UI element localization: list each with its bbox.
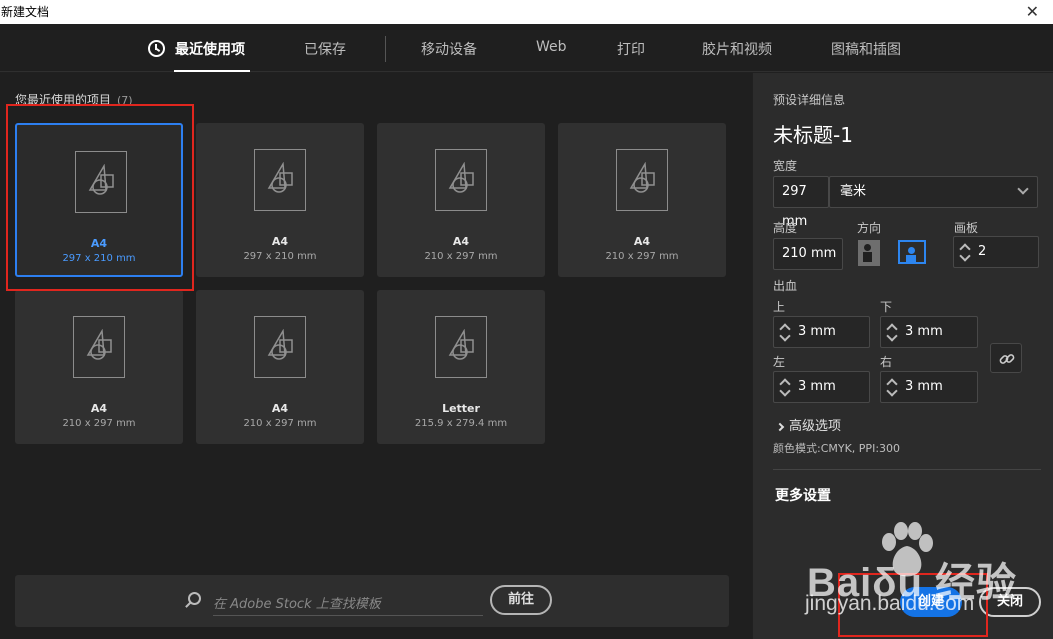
preset-name: A4 [452, 235, 470, 248]
preset-card[interactable]: A4 210 x 297 mm [196, 290, 364, 444]
window-titlebar: 新建文档 ✕ [0, 0, 1053, 24]
recent-items-panel: 您最近使用的项目 (7) A4 297 x 210 mm A4 297 x 210… [0, 73, 752, 639]
bleed-right-stepper[interactable]: 3 mm [880, 371, 978, 403]
panel-divider [773, 469, 1041, 470]
artboards-value: 2 [978, 244, 987, 259]
bleed-right-label: 右 [880, 355, 893, 369]
advanced-options-label: 高级选项 [789, 419, 842, 434]
tab-art-illustration[interactable]: 图稿和插图 [831, 39, 901, 59]
go-button[interactable]: 前往 [490, 585, 552, 615]
artboards-stepper[interactable]: 2 [953, 236, 1039, 268]
orientation-label: 方向 [857, 221, 882, 235]
document-icon [254, 149, 306, 211]
document-icon [435, 316, 487, 378]
height-field[interactable]: 210 mm [773, 238, 843, 270]
bleed-bottom-label: 下 [880, 300, 893, 314]
stepper-arrows-icon[interactable] [780, 322, 790, 342]
preset-size: 215.9 x 279.4 mm [414, 418, 508, 429]
landscape-orientation-icon[interactable] [898, 240, 926, 264]
link-icon [999, 354, 1015, 364]
bleed-bottom-stepper[interactable]: 3 mm [880, 316, 978, 348]
preset-details-panel: 预设详细信息 未标题-1 宽度 297 mm 毫米 高度 210 mm 方向 画… [753, 73, 1053, 639]
person-head [908, 247, 915, 254]
window-title: 新建文档 [1, 5, 50, 19]
person-head [864, 244, 871, 251]
bleed-right-value: 3 mm [905, 379, 943, 394]
document-icon [435, 149, 487, 211]
annotation-highlight-box [838, 573, 988, 637]
preset-name: A4 [271, 235, 289, 248]
bleed-left-label: 左 [773, 355, 786, 369]
bleed-top-value: 3 mm [798, 324, 836, 339]
stock-search-input[interactable]: 在 Adobe Stock 上查找模板 [213, 593, 483, 616]
bleed-label: 出血 [773, 279, 798, 293]
portrait-orientation-icon[interactable] [858, 240, 880, 266]
tab-print[interactable]: 打印 [617, 39, 645, 59]
tab-web[interactable]: Web [536, 39, 567, 55]
unit-value: 毫米 [840, 184, 867, 199]
clock-icon [148, 40, 165, 57]
bleed-top-stepper[interactable]: 3 mm [773, 316, 870, 348]
person-body [863, 252, 872, 262]
stepper-arrows-icon[interactable] [960, 242, 970, 262]
preset-size: 210 x 297 mm [62, 418, 136, 429]
stepper-arrows-icon[interactable] [780, 377, 790, 397]
stock-search-bar: 在 Adobe Stock 上查找模板 前往 [15, 575, 729, 627]
color-mode-info: 颜色模式:CMYK, PPI:300 [773, 442, 901, 455]
bleed-left-value: 3 mm [798, 379, 836, 394]
bleed-top-label: 上 [773, 300, 786, 314]
preset-card[interactable]: A4 297 x 210 mm [196, 123, 364, 277]
preset-name: A4 [633, 235, 651, 248]
preset-size: 210 x 297 mm [243, 418, 317, 429]
document-name-input[interactable]: 未标题-1 [773, 119, 853, 148]
category-tabs: 最近使用项 已保存 移动设备 Web 打印 胶片和视频 图稿和插图 [0, 24, 1053, 72]
unit-select[interactable]: 毫米 [829, 176, 1038, 208]
person-body [906, 255, 916, 262]
preset-name: Letter [442, 402, 480, 415]
preset-card[interactable]: A4 210 x 297 mm [377, 123, 545, 277]
advanced-options-toggle[interactable]: 高级选项 [775, 415, 842, 434]
stepper-arrows-icon[interactable] [887, 377, 897, 397]
tab-film-video[interactable]: 胶片和视频 [702, 39, 772, 59]
link-bleed-button[interactable] [990, 343, 1022, 373]
bleed-bottom-value: 3 mm [905, 324, 943, 339]
tab-divider [385, 36, 386, 62]
more-settings-link[interactable]: 更多设置 [775, 485, 831, 505]
artboards-label: 画板 [954, 221, 979, 235]
stepper-arrows-icon[interactable] [887, 322, 897, 342]
preset-size: 210 x 297 mm [605, 251, 679, 262]
active-tab-indicator [174, 70, 250, 72]
annotation-highlight-box [6, 104, 194, 291]
preset-size: 297 x 210 mm [243, 251, 317, 262]
close-button[interactable]: 关闭 [979, 587, 1041, 617]
tab-saved[interactable]: 已保存 [304, 39, 346, 59]
preset-card[interactable]: Letter 215.9 x 279.4 mm [377, 290, 545, 444]
tab-mobile[interactable]: 移动设备 [421, 39, 477, 59]
document-icon [73, 316, 125, 378]
preset-card[interactable]: A4 210 x 297 mm [15, 290, 183, 444]
window-close-icon[interactable]: ✕ [1026, 2, 1039, 21]
document-icon [616, 149, 668, 211]
preset-name: A4 [271, 402, 289, 415]
document-icon [254, 316, 306, 378]
chevron-right-icon [775, 422, 785, 431]
preset-details-heading: 预设详细信息 [773, 93, 846, 107]
preset-card[interactable]: A4 210 x 297 mm [558, 123, 726, 277]
bleed-left-stepper[interactable]: 3 mm [773, 371, 870, 403]
chevron-down-icon [1017, 183, 1029, 195]
height-label: 高度 [773, 221, 798, 235]
width-label: 宽度 [773, 159, 798, 173]
search-icon [188, 592, 201, 605]
preset-name: A4 [90, 402, 108, 415]
width-field[interactable]: 297 mm [773, 176, 829, 229]
tab-recent[interactable]: 最近使用项 [175, 39, 245, 59]
preset-size: 210 x 297 mm [424, 251, 498, 262]
